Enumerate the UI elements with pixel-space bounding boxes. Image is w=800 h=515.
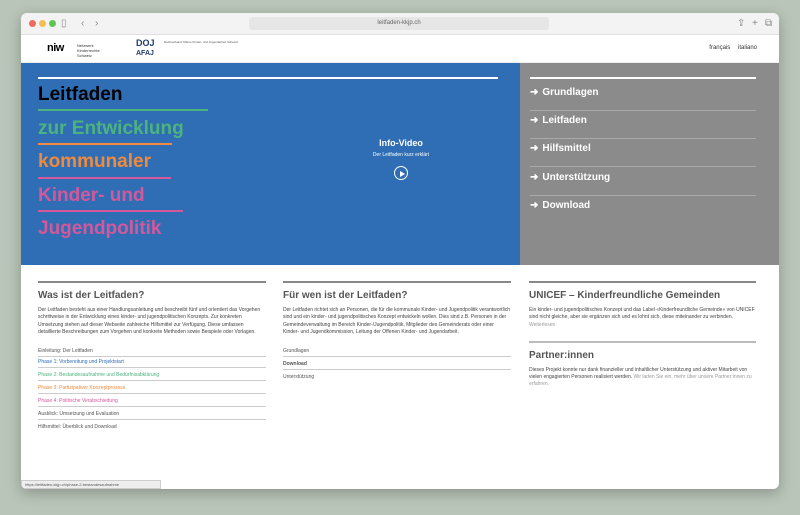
video-title: Info-Video [379, 138, 423, 148]
title-line-4: Kinder- und [38, 185, 145, 206]
browser-toolbar: ▯ ‹ › leitfaden-kkjp.ch ⇪ + ⧉ [21, 13, 779, 35]
phase-link-4[interactable]: Phase 4: Politische Verabschiedung [38, 396, 266, 408]
language-switcher: français italiano [703, 45, 757, 51]
nav-item-leitfaden[interactable]: ➜ Leitfaden [530, 111, 756, 139]
nav-item-hilfsmittel[interactable]: ➜ Hilfsmittel [530, 139, 756, 167]
phase-link-3[interactable]: Phase 3: Partizipativer Konzeptprozess [38, 383, 266, 395]
section-body: Ein kinder- und jugendpolitisches Konzep… [529, 307, 756, 329]
audience-link-list: Grundlagen Download Unterstützung [283, 346, 511, 383]
section-rule [529, 281, 756, 283]
hero-title-panel: Leitfaden zur Entwicklung kommunaler Kin… [21, 63, 520, 265]
nav-item-label: Leitfaden [542, 115, 587, 126]
phase-link-hilfsmittel[interactable]: Hilfsmittel: Überblick und Download [38, 422, 266, 433]
close-window-button[interactable] [29, 20, 36, 27]
video-subtitle: Der Leitfaden kurz erklärt [372, 152, 430, 158]
unicef-body-text: Ein kinder- und jugendpolitisches Konzep… [529, 307, 755, 321]
arrow-right-icon: ➜ [530, 143, 539, 154]
info-video[interactable]: Info-Video Der Leitfaden kurz erklärt [321, 138, 481, 180]
minimize-window-button[interactable] [39, 20, 46, 27]
section-heading: Für wen ist der Leitfaden? [283, 290, 408, 301]
niw-logo-text: Netzwerk Kinderrechte Schweiz [77, 43, 100, 58]
niw-logo[interactable]: niw [47, 42, 64, 54]
arrow-right-icon: ➜ [530, 115, 539, 126]
title-line-5: Jugendpolitik [38, 218, 162, 239]
nav-item-label: Download [542, 200, 591, 211]
phase-link-list: Einleitung: Der Leitfaden Phase 1: Vorbe… [38, 346, 266, 433]
phase-link-ausblick[interactable]: Ausblick: Umsetzung und Evaluation [38, 409, 266, 421]
section-unicef: UNICEF – Kinderfreundliche Gemeinden Ein… [529, 281, 756, 389]
link-status-bar: https://leitfaden-kkjp.ch/phase-2-bestan… [21, 480, 161, 489]
tabs-icon[interactable]: ⧉ [765, 17, 772, 31]
arrow-right-icon: ➜ [530, 172, 539, 183]
nav-item-label: Unterstützung [542, 172, 611, 183]
nav-item-label: Grundlagen [542, 87, 599, 98]
play-icon[interactable] [394, 166, 408, 180]
new-tab-icon[interactable]: + [752, 17, 758, 31]
lang-fr-link[interactable]: français [709, 45, 730, 51]
section-body: Der Leitfaden besteht aus einer Handlung… [38, 307, 261, 335]
title-line-3: kommunaler [38, 151, 151, 172]
arrow-right-icon: ➜ [530, 200, 539, 211]
title-rule [38, 177, 171, 179]
site-header: niw Netzwerk Kinderrechte Schweiz DOJ AFA… [21, 35, 779, 63]
section-body: Der Leitfaden richtet sich an Personen, … [283, 307, 511, 335]
section-rule [38, 281, 266, 283]
nav-item-label: Hilfsmittel [542, 143, 591, 154]
nav-item-unterstuetzung[interactable]: ➜ Unterstützung [530, 168, 756, 196]
back-icon[interactable]: ‹ [81, 17, 84, 31]
lang-it-link[interactable]: italiano [738, 45, 757, 51]
title-line-2: zur Entwicklung [38, 118, 184, 139]
phase-link-2[interactable]: Phase 2: Bestandesaufnahme und Bedürfnis… [38, 370, 266, 382]
section-rule [283, 281, 511, 283]
partner-body: Dieses Projekt konnte nur dank finanziel… [529, 367, 756, 389]
doj-logo-text: Dachverband Offene Kinder- und Jugendarb… [164, 40, 239, 44]
link-grundlagen[interactable]: Grundlagen [283, 346, 511, 358]
address-bar[interactable]: leitfaden-kkjp.ch [249, 17, 549, 30]
share-icon[interactable]: ⇪ [737, 17, 745, 31]
doj-logo[interactable]: DOJ AFAJ [136, 39, 155, 58]
sidebar-icon[interactable]: ▯ [61, 17, 67, 31]
nav-top-rule [530, 77, 756, 79]
section-heading: UNICEF – Kinderfreundliche Gemeinden [529, 290, 721, 301]
title-rule [38, 143, 172, 145]
section-was-ist: Was ist der Leitfaden? Der Leitfaden bes… [38, 281, 266, 433]
title-rule [38, 210, 183, 212]
section-heading: Was ist der Leitfaden? [38, 290, 145, 301]
hero-banner: Leitfaden zur Entwicklung kommunaler Kin… [21, 63, 779, 265]
link-download[interactable]: Download [283, 359, 511, 371]
read-more-link[interactable]: Weiterlesen [529, 322, 555, 328]
title-line-1: Leitfaden [38, 84, 123, 105]
arrow-right-icon: ➜ [530, 87, 539, 98]
title-rule [38, 77, 498, 79]
partner-heading: Partner:innen [529, 349, 595, 361]
section-rule [529, 340, 756, 343]
link-unterstuetzung[interactable]: Unterstützung [283, 372, 511, 383]
section-fuer-wen: Für wen ist der Leitfaden? Der Leitfaden… [283, 281, 511, 383]
nav-item-grundlagen[interactable]: ➜ Grundlagen [530, 83, 756, 111]
zoom-window-button[interactable] [49, 20, 56, 27]
forward-icon[interactable]: › [95, 17, 98, 31]
doj-logo-name: DOJ [136, 38, 155, 48]
phase-link-1[interactable]: Phase 1: Vorbereitung und Projektstart [38, 357, 266, 369]
title-rule [38, 109, 208, 111]
nav-item-download[interactable]: ➜ Download [530, 196, 756, 224]
browser-window: ▯ ‹ › leitfaden-kkjp.ch ⇪ + ⧉ niw Netzwe… [21, 13, 779, 489]
doj-logo-sub: AFAJ [136, 50, 154, 57]
phase-link-einleitung[interactable]: Einleitung: Der Leitfaden [38, 346, 266, 358]
